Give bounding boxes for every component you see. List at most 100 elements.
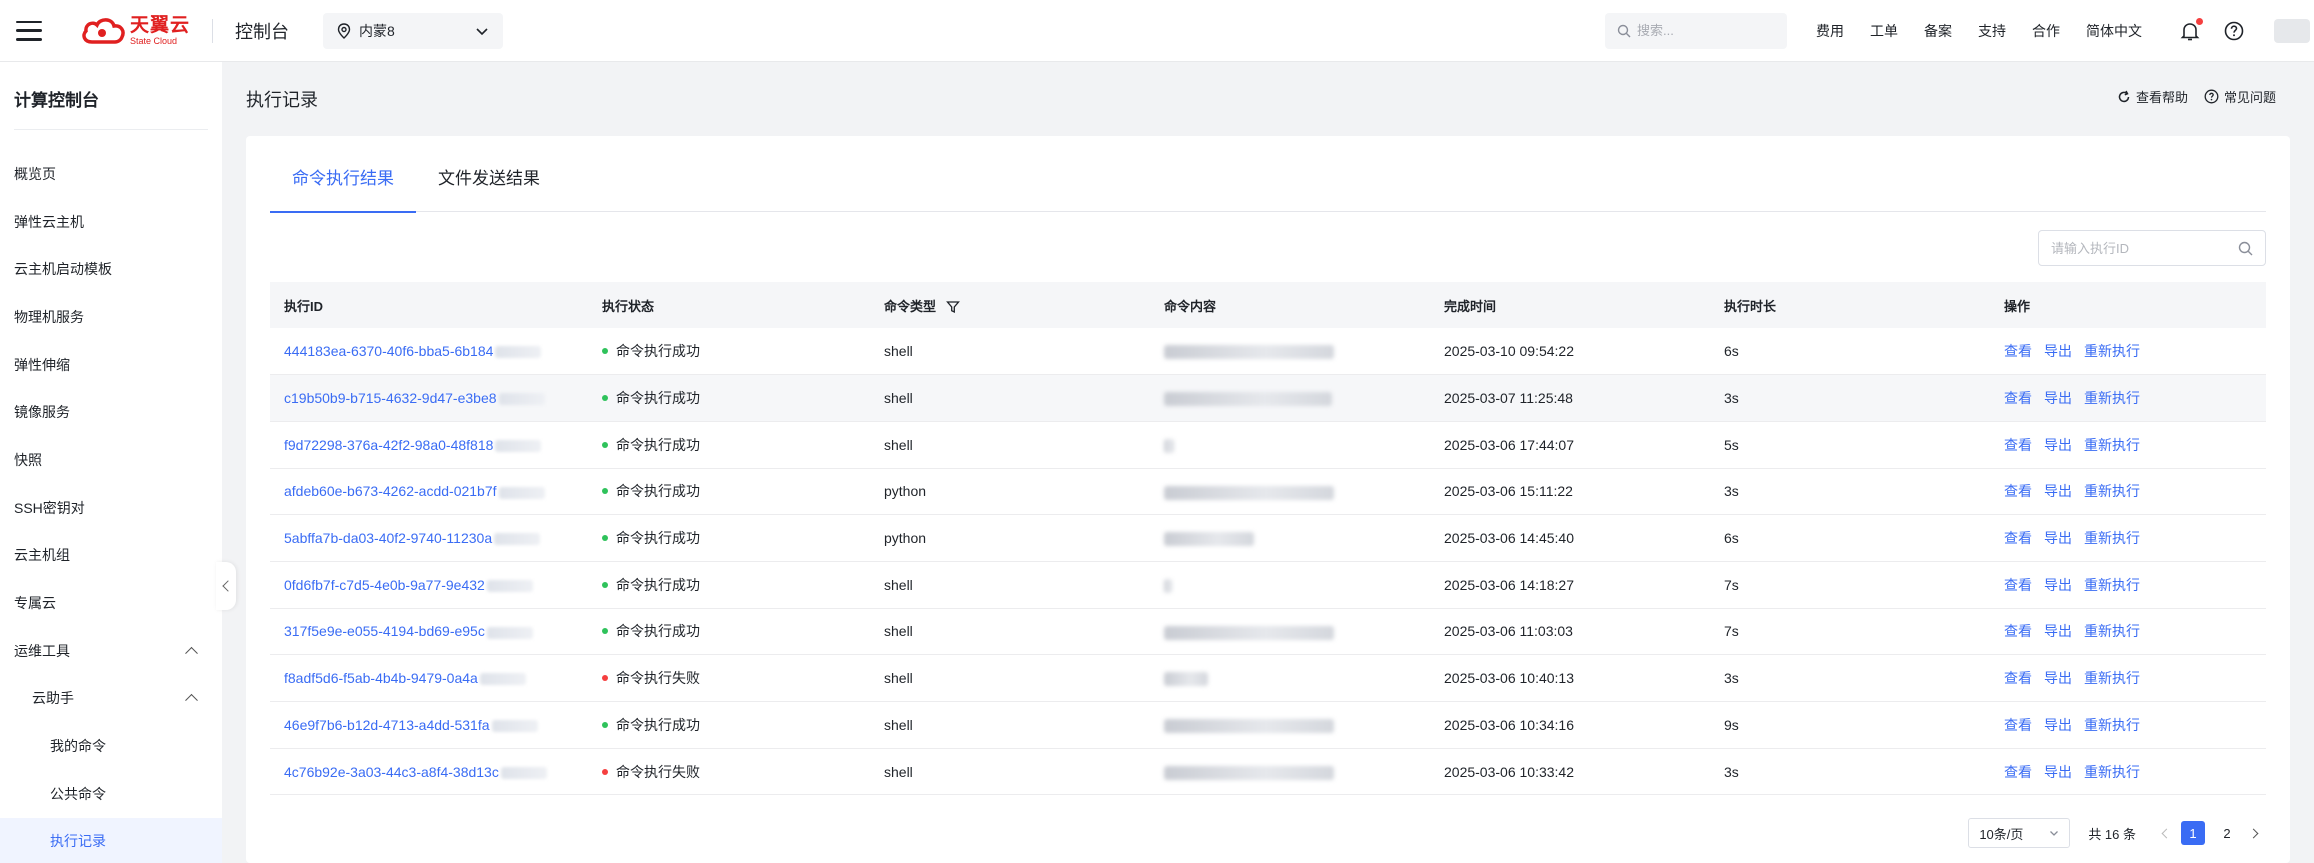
language-switch[interactable]: 简体中文	[2086, 21, 2142, 41]
cell-command-type: shell	[870, 374, 1150, 422]
view-button[interactable]: 查看	[2004, 530, 2032, 546]
view-button[interactable]: 查看	[2004, 717, 2032, 733]
sidebar-item-overview[interactable]: 概览页	[0, 150, 222, 198]
rerun-button[interactable]: 重新执行	[2084, 717, 2140, 733]
nav-tickets[interactable]: 工单	[1870, 21, 1898, 41]
filter-icon[interactable]	[945, 300, 960, 314]
execution-id-link[interactable]: 0fd6fb7f-c7d5-4e0b-9a77-9e432	[284, 577, 485, 593]
rerun-button[interactable]: 重新执行	[2084, 437, 2140, 453]
rerun-button[interactable]: 重新执行	[2084, 530, 2140, 546]
export-button[interactable]: 导出	[2044, 390, 2072, 406]
execution-id-link[interactable]: f8adf5d6-f5ab-4b4b-9479-0a4a	[284, 670, 478, 686]
export-button[interactable]: 导出	[2044, 437, 2072, 453]
view-button[interactable]: 查看	[2004, 670, 2032, 686]
export-button[interactable]: 导出	[2044, 343, 2072, 359]
tab-file-send-results[interactable]: 文件发送结果	[416, 164, 562, 212]
tab-command-results[interactable]: 命令执行结果	[270, 164, 416, 213]
view-button[interactable]: 查看	[2004, 577, 2032, 593]
execution-id-link[interactable]: 444183ea-6370-40f6-bba5-6b184	[284, 343, 493, 359]
view-help-link[interactable]: 查看帮助	[2117, 87, 2188, 106]
page-size-select[interactable]: 10条/页	[1968, 818, 2071, 848]
help-circle-icon[interactable]	[2223, 20, 2245, 42]
status-dot	[602, 395, 608, 402]
region-label: 内蒙8	[359, 22, 395, 39]
sidebar-item-dedicated-cloud[interactable]: 专属云	[0, 579, 222, 627]
top-navigation-bar: 天翼云 State Cloud 控制台 内蒙8 费用 工单 备案 支持 合作 简…	[0, 0, 2314, 62]
rerun-button[interactable]: 重新执行	[2084, 343, 2140, 359]
cell-duration: 3s	[1710, 374, 1990, 422]
rerun-button[interactable]: 重新执行	[2084, 483, 2140, 499]
view-button[interactable]: 查看	[2004, 623, 2032, 639]
nav-billing[interactable]: 费用	[1816, 21, 1844, 41]
export-button[interactable]: 导出	[2044, 483, 2072, 499]
nav-partners[interactable]: 合作	[2032, 21, 2060, 41]
notification-bell-icon[interactable]	[2179, 17, 2203, 42]
sidebar-item-my-commands[interactable]: 我的命令	[0, 722, 222, 770]
redacted-command-content	[1164, 485, 1334, 500]
export-button[interactable]: 导出	[2044, 717, 2072, 733]
rerun-button[interactable]: 重新执行	[2084, 577, 2140, 593]
refresh-help-icon	[2118, 90, 2130, 102]
view-button[interactable]: 查看	[2004, 390, 2032, 406]
rerun-button[interactable]: 重新执行	[2084, 670, 2140, 686]
view-button[interactable]: 查看	[2004, 437, 2032, 453]
page-number-2[interactable]: 2	[2215, 821, 2239, 845]
search-icon[interactable]	[2238, 241, 2253, 256]
sidebar-collapse-handle[interactable]	[216, 562, 236, 610]
export-button[interactable]: 导出	[2044, 577, 2072, 593]
execution-id-link[interactable]: 4c76b92e-3a03-44c3-a8f4-38d13c	[284, 764, 499, 780]
sidebar-item-ecs[interactable]: 弹性云主机	[0, 198, 222, 246]
execution-id-link[interactable]: 46e9f7b6-b12d-4713-a4dd-531fa	[284, 717, 490, 733]
rerun-button[interactable]: 重新执行	[2084, 623, 2140, 639]
sidebar-item-snapshots[interactable]: 快照	[0, 436, 222, 484]
sidebar-item-execution-records[interactable]: 执行记录	[0, 817, 222, 863]
sidebar-item-ops-tools[interactable]: 运维工具	[0, 627, 222, 675]
prev-page-button[interactable]	[2154, 821, 2176, 845]
status-text: 命令执行成功	[616, 623, 700, 640]
execution-id-link[interactable]: 317f5e9e-e055-4194-bd69-e95c	[284, 623, 485, 639]
cell-finish-time: 2025-03-06 14:18:27	[1430, 561, 1710, 609]
execution-records-table: 执行ID 执行状态 命令类型 命令内容 完成时间 执行时长 操作 444183e…	[270, 282, 2266, 796]
sidebar-item-public-commands[interactable]: 公共命令	[0, 770, 222, 818]
sidebar-item-cloud-assistant[interactable]: 云助手	[0, 675, 222, 723]
execution-id-link[interactable]: 5abffa7b-da03-40f2-9740-11230a	[284, 530, 492, 546]
execution-id-link[interactable]: c19b50b9-b715-4632-9d47-e3be8	[284, 390, 497, 406]
cell-duration: 3s	[1710, 468, 1990, 516]
sidebar-item-images[interactable]: 镜像服务	[0, 388, 222, 436]
logo[interactable]: 天翼云 State Cloud	[80, 16, 190, 46]
sidebar-item-launch-template[interactable]: 云主机启动模板	[0, 245, 222, 293]
rerun-button[interactable]: 重新执行	[2084, 764, 2140, 780]
sidebar-item-bare-metal[interactable]: 物理机服务	[0, 293, 222, 341]
console-title[interactable]: 控制台	[235, 18, 289, 44]
next-page-button[interactable]	[2244, 821, 2266, 845]
execution-id-input[interactable]	[2051, 240, 2238, 256]
region-selector[interactable]: 内蒙8	[323, 12, 504, 49]
export-button[interactable]: 导出	[2044, 670, 2072, 686]
logo-subtitle: State Cloud	[130, 35, 178, 46]
export-button[interactable]: 导出	[2044, 623, 2072, 639]
sidebar-item-host-groups[interactable]: 云主机组	[0, 532, 222, 580]
execution-id-search[interactable]	[2038, 230, 2266, 266]
export-button[interactable]: 导出	[2044, 530, 2072, 546]
sidebar-item-autoscaling[interactable]: 弹性伸缩	[0, 341, 222, 389]
avatar[interactable]	[2274, 18, 2310, 43]
global-search[interactable]	[1605, 12, 1787, 49]
global-search-input[interactable]	[1637, 23, 1767, 38]
execution-id-link[interactable]: afdeb60e-b673-4262-acdd-021b7f	[284, 483, 497, 499]
view-button[interactable]: 查看	[2004, 343, 2032, 359]
rerun-button[interactable]: 重新执行	[2084, 390, 2140, 406]
faq-link[interactable]: 常见问题	[2204, 87, 2276, 106]
menu-icon[interactable]	[16, 20, 42, 41]
cell-actions: 查看 导出 重新执行	[1990, 514, 2266, 562]
export-button[interactable]: 导出	[2044, 764, 2072, 780]
sidebar-item-ssh-keys[interactable]: SSH密钥对	[0, 484, 222, 532]
page-size-value: 10条/页	[1979, 826, 2024, 842]
view-button[interactable]: 查看	[2004, 764, 2032, 780]
execution-id-link[interactable]: f9d72298-376a-42f2-98a0-48f818	[284, 437, 493, 453]
nav-support[interactable]: 支持	[1978, 21, 2006, 41]
view-button[interactable]: 查看	[2004, 483, 2032, 499]
status-text: 命令执行失败	[616, 763, 700, 780]
nav-filing[interactable]: 备案	[1924, 21, 1952, 41]
table-row: 46e9f7b6-b12d-4713-a4dd-531fa 命令执行成功 shell…	[270, 701, 2266, 749]
page-number-1[interactable]: 1	[2181, 821, 2205, 845]
